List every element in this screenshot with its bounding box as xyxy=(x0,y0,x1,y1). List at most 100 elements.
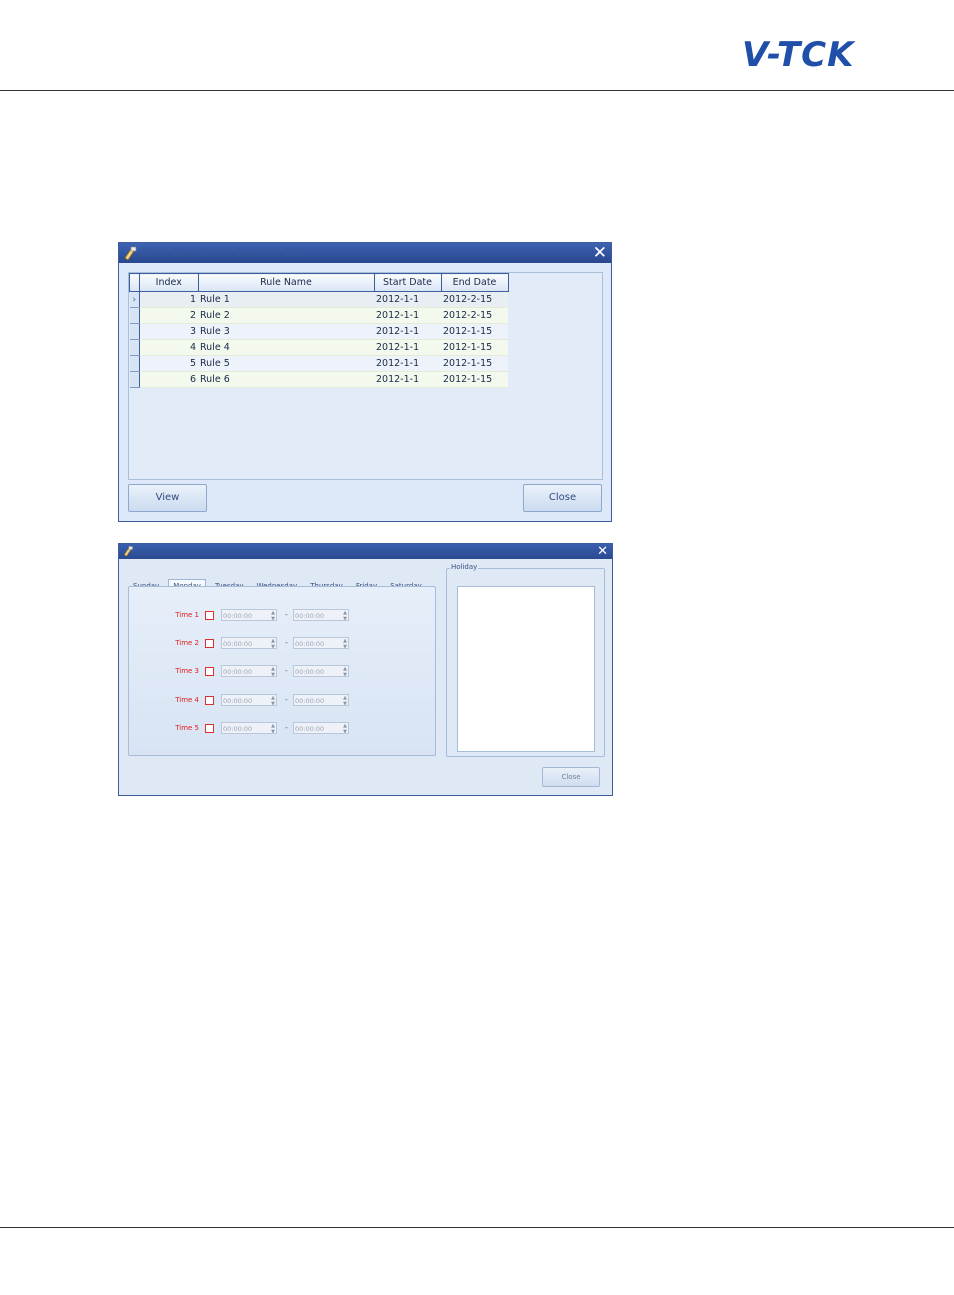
spinner-icon[interactable]: ▲ ▼ xyxy=(271,695,275,707)
logo-text: V-TCK xyxy=(742,35,856,74)
time-from-input[interactable]: 00:00:00 ▲ ▼ xyxy=(221,665,277,678)
time-to-value: 00:00:00 xyxy=(295,640,325,648)
rule-list-titlebar[interactable]: Door Rule List of Device - 001 ✕ xyxy=(119,243,611,263)
row-selector-header[interactable] xyxy=(129,273,140,292)
cell-start-date: 2012-1-1 xyxy=(374,371,441,388)
cell-rule-name: Rule 4 xyxy=(198,339,374,356)
app-icon xyxy=(124,246,137,261)
cell-rule-name: Rule 3 xyxy=(198,323,374,340)
time-from-value: 00:00:00 xyxy=(223,725,253,733)
column-header-start-date[interactable]: Start Date xyxy=(373,273,442,292)
time-slot-checkbox[interactable] xyxy=(205,724,214,733)
time-from-value: 00:00:00 xyxy=(223,697,253,705)
time-separator: - xyxy=(285,666,288,675)
time-separator: - xyxy=(285,723,288,732)
spinner-icon[interactable]: ▲ ▼ xyxy=(271,723,275,735)
cell-index: 1 xyxy=(139,291,198,308)
table-row[interactable]: 6 Rule 6 2012-1-1 2012-1-15 xyxy=(129,371,508,388)
cell-end-date: 2012-1-15 xyxy=(441,355,508,372)
time-from-input[interactable]: 00:00:00 ▲ ▼ xyxy=(221,637,277,650)
cell-end-date: 2012-1-15 xyxy=(441,339,508,356)
spinner-icon[interactable]: ▲ ▼ xyxy=(343,666,347,678)
time-slot-label: Time 3 xyxy=(175,667,199,675)
cell-index: 5 xyxy=(139,355,198,372)
time-from-input[interactable]: 00:00:00 ▲ ▼ xyxy=(221,722,277,735)
time-from-value: 00:00:00 xyxy=(223,612,253,620)
rule-list-window: Door Rule List of Device - 001 ✕ Index R… xyxy=(118,242,612,522)
cell-index: 6 xyxy=(139,371,198,388)
time-separator: - xyxy=(285,638,288,647)
close-button[interactable]: Close xyxy=(542,767,600,787)
close-icon[interactable]: ✕ xyxy=(597,544,608,559)
time-to-input[interactable]: 00:00:00 ▲ ▼ xyxy=(293,609,349,622)
time-slot-row: Time 3 00:00:00 ▲ ▼ - 00:00:00 ▲ ▼ xyxy=(129,665,435,679)
cell-rule-name: Rule 6 xyxy=(198,371,374,388)
holiday-group: Holiday xyxy=(446,563,605,757)
spinner-icon[interactable]: ▲ ▼ xyxy=(271,666,275,678)
row-selector[interactable] xyxy=(129,307,140,324)
holiday-list[interactable] xyxy=(457,586,595,752)
header-rule xyxy=(0,90,954,91)
view-button[interactable]: View xyxy=(128,484,207,512)
time-separator: - xyxy=(285,695,288,704)
time-to-value: 00:00:00 xyxy=(295,725,325,733)
cell-index: 3 xyxy=(139,323,198,340)
table-row[interactable]: 2 Rule 2 2012-1-1 2012-2-15 xyxy=(129,307,508,324)
time-to-value: 00:00:00 xyxy=(295,697,325,705)
row-selector[interactable] xyxy=(129,355,140,372)
holiday-label: Holiday xyxy=(450,563,479,571)
cell-rule-name: Rule 5 xyxy=(198,355,374,372)
row-selector[interactable] xyxy=(129,323,140,340)
table-row[interactable]: 5 Rule 5 2012-1-1 2012-1-15 xyxy=(129,355,508,372)
time-to-value: 00:00:00 xyxy=(295,612,325,620)
app-icon xyxy=(123,546,133,557)
spinner-icon[interactable]: ▲ ▼ xyxy=(343,610,347,622)
time-from-input[interactable]: 00:00:00 ▲ ▼ xyxy=(221,694,277,707)
time-to-input[interactable]: 00:00:00 ▲ ▼ xyxy=(293,694,349,707)
time-to-value: 00:00:00 xyxy=(295,668,325,676)
spinner-icon[interactable]: ▲ ▼ xyxy=(271,638,275,650)
time-to-input[interactable]: 00:00:00 ▲ ▼ xyxy=(293,665,349,678)
spinner-icon[interactable]: ▲ ▼ xyxy=(343,695,347,707)
row-selector[interactable] xyxy=(129,339,140,356)
rule-grid: Index Rule Name Start Date End Date › 1 … xyxy=(128,272,603,480)
cell-rule-name: Rule 1 xyxy=(198,291,374,308)
spinner-icon[interactable]: ▲ ▼ xyxy=(271,610,275,622)
schedule-titlebar[interactable]: ✕ xyxy=(119,544,612,559)
time-slot-row: Time 4 00:00:00 ▲ ▼ - 00:00:00 ▲ ▼ xyxy=(129,694,435,708)
weekday-tabs: Sunday Monday Tuesday Wednesday Thursday… xyxy=(129,573,426,593)
time-to-input[interactable]: 00:00:00 ▲ ▼ xyxy=(293,637,349,650)
time-slot-checkbox[interactable] xyxy=(205,667,214,676)
cell-index: 2 xyxy=(139,307,198,324)
time-to-input[interactable]: 00:00:00 ▲ ▼ xyxy=(293,722,349,735)
spinner-icon[interactable]: ▲ ▼ xyxy=(343,723,347,735)
column-header-index[interactable]: Index xyxy=(139,273,199,292)
table-row[interactable]: › 1 Rule 1 2012-1-1 2012-2-15 xyxy=(129,291,508,308)
time-separator: - xyxy=(285,610,288,619)
close-icon[interactable]: ✕ xyxy=(593,243,607,263)
time-slot-row: Time 2 00:00:00 ▲ ▼ - 00:00:00 ▲ ▼ xyxy=(129,637,435,651)
time-slot-checkbox[interactable] xyxy=(205,611,214,620)
cell-start-date: 2012-1-1 xyxy=(374,339,441,356)
cell-start-date: 2012-1-1 xyxy=(374,355,441,372)
time-slot-row: Time 1 00:00:00 ▲ ▼ - 00:00:00 ▲ ▼ xyxy=(129,609,435,623)
current-row-marker[interactable]: › xyxy=(129,291,140,308)
table-row[interactable]: 3 Rule 3 2012-1-1 2012-1-15 xyxy=(129,323,508,340)
time-from-value: 00:00:00 xyxy=(223,640,253,648)
cell-rule-name: Rule 2 xyxy=(198,307,374,324)
time-from-value: 00:00:00 xyxy=(223,668,253,676)
cell-start-date: 2012-1-1 xyxy=(374,291,441,308)
cell-end-date: 2012-1-15 xyxy=(441,371,508,388)
time-from-input[interactable]: 00:00:00 ▲ ▼ xyxy=(221,609,277,622)
cell-start-date: 2012-1-1 xyxy=(374,307,441,324)
table-row[interactable]: 4 Rule 4 2012-1-1 2012-1-15 xyxy=(129,339,508,356)
time-slot-checkbox[interactable] xyxy=(205,639,214,648)
column-header-rule-name[interactable]: Rule Name xyxy=(197,273,375,292)
row-selector[interactable] xyxy=(129,371,140,388)
time-slot-checkbox[interactable] xyxy=(205,696,214,705)
cell-end-date: 2012-1-15 xyxy=(441,323,508,340)
close-button[interactable]: Close xyxy=(523,484,602,512)
spinner-icon[interactable]: ▲ ▼ xyxy=(343,638,347,650)
column-header-end-date[interactable]: End Date xyxy=(440,273,509,292)
time-slot-label: Time 1 xyxy=(175,611,199,619)
